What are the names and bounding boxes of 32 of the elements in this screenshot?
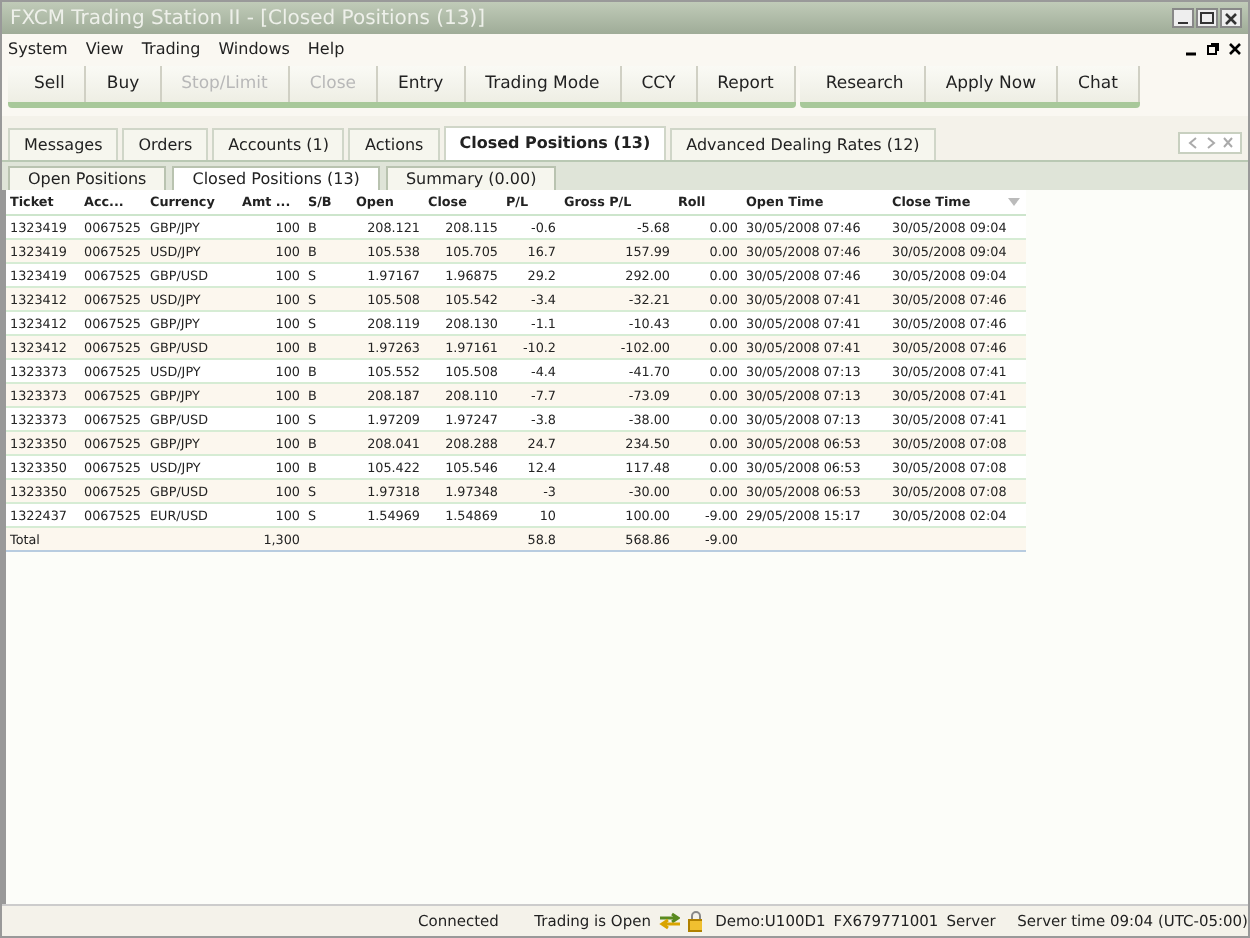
toolbar-button[interactable]: Trading Mode xyxy=(465,66,622,102)
menu-item[interactable]: Windows xyxy=(218,39,290,57)
tab[interactable]: Accounts (1) xyxy=(212,128,345,160)
tab[interactable]: Messages xyxy=(8,128,119,160)
tab[interactable]: Open Positions xyxy=(8,166,167,190)
tab[interactable]: Closed Positions (13) xyxy=(443,126,667,160)
toolbar-button[interactable]: Buy xyxy=(86,66,162,102)
toolbar-button[interactable]: Chat xyxy=(1058,66,1140,102)
restore-icon[interactable] xyxy=(1206,41,1220,55)
restore-button[interactable] xyxy=(1196,8,1218,28)
toolbar-button[interactable]: Sell xyxy=(14,66,87,102)
sort-icon xyxy=(1008,198,1020,206)
menu-item[interactable]: System xyxy=(8,39,68,57)
toolbar-button[interactable]: Research xyxy=(805,66,926,102)
menu-item[interactable]: View xyxy=(85,39,124,57)
toolbar-button[interactable]: Report xyxy=(697,66,796,102)
close-icon[interactable] xyxy=(1228,41,1242,55)
toolbar-button[interactable]: CCY xyxy=(621,66,698,102)
close-button[interactable] xyxy=(1220,8,1242,28)
tab[interactable]: Actions xyxy=(348,128,440,160)
toolbar-button[interactable]: Apply Now xyxy=(925,66,1059,102)
toolbar-button[interactable]: Entry xyxy=(378,66,466,102)
menu-item[interactable]: Trading xyxy=(141,39,201,57)
tab[interactable]: Summary (0.00) xyxy=(385,166,557,190)
tab[interactable]: Orders xyxy=(122,128,209,160)
window-title: FXCM Trading Station II - [Closed Positions (13)] xyxy=(10,7,486,29)
tab[interactable]: Advanced Dealing Rates (12) xyxy=(670,128,936,160)
tab[interactable]: Closed Positions (13) xyxy=(172,166,380,190)
lock-icon xyxy=(687,910,702,932)
minimize-button[interactable] xyxy=(1172,8,1194,28)
menu-item[interactable]: Help xyxy=(307,39,345,57)
exchange-arrows-icon xyxy=(658,912,680,930)
